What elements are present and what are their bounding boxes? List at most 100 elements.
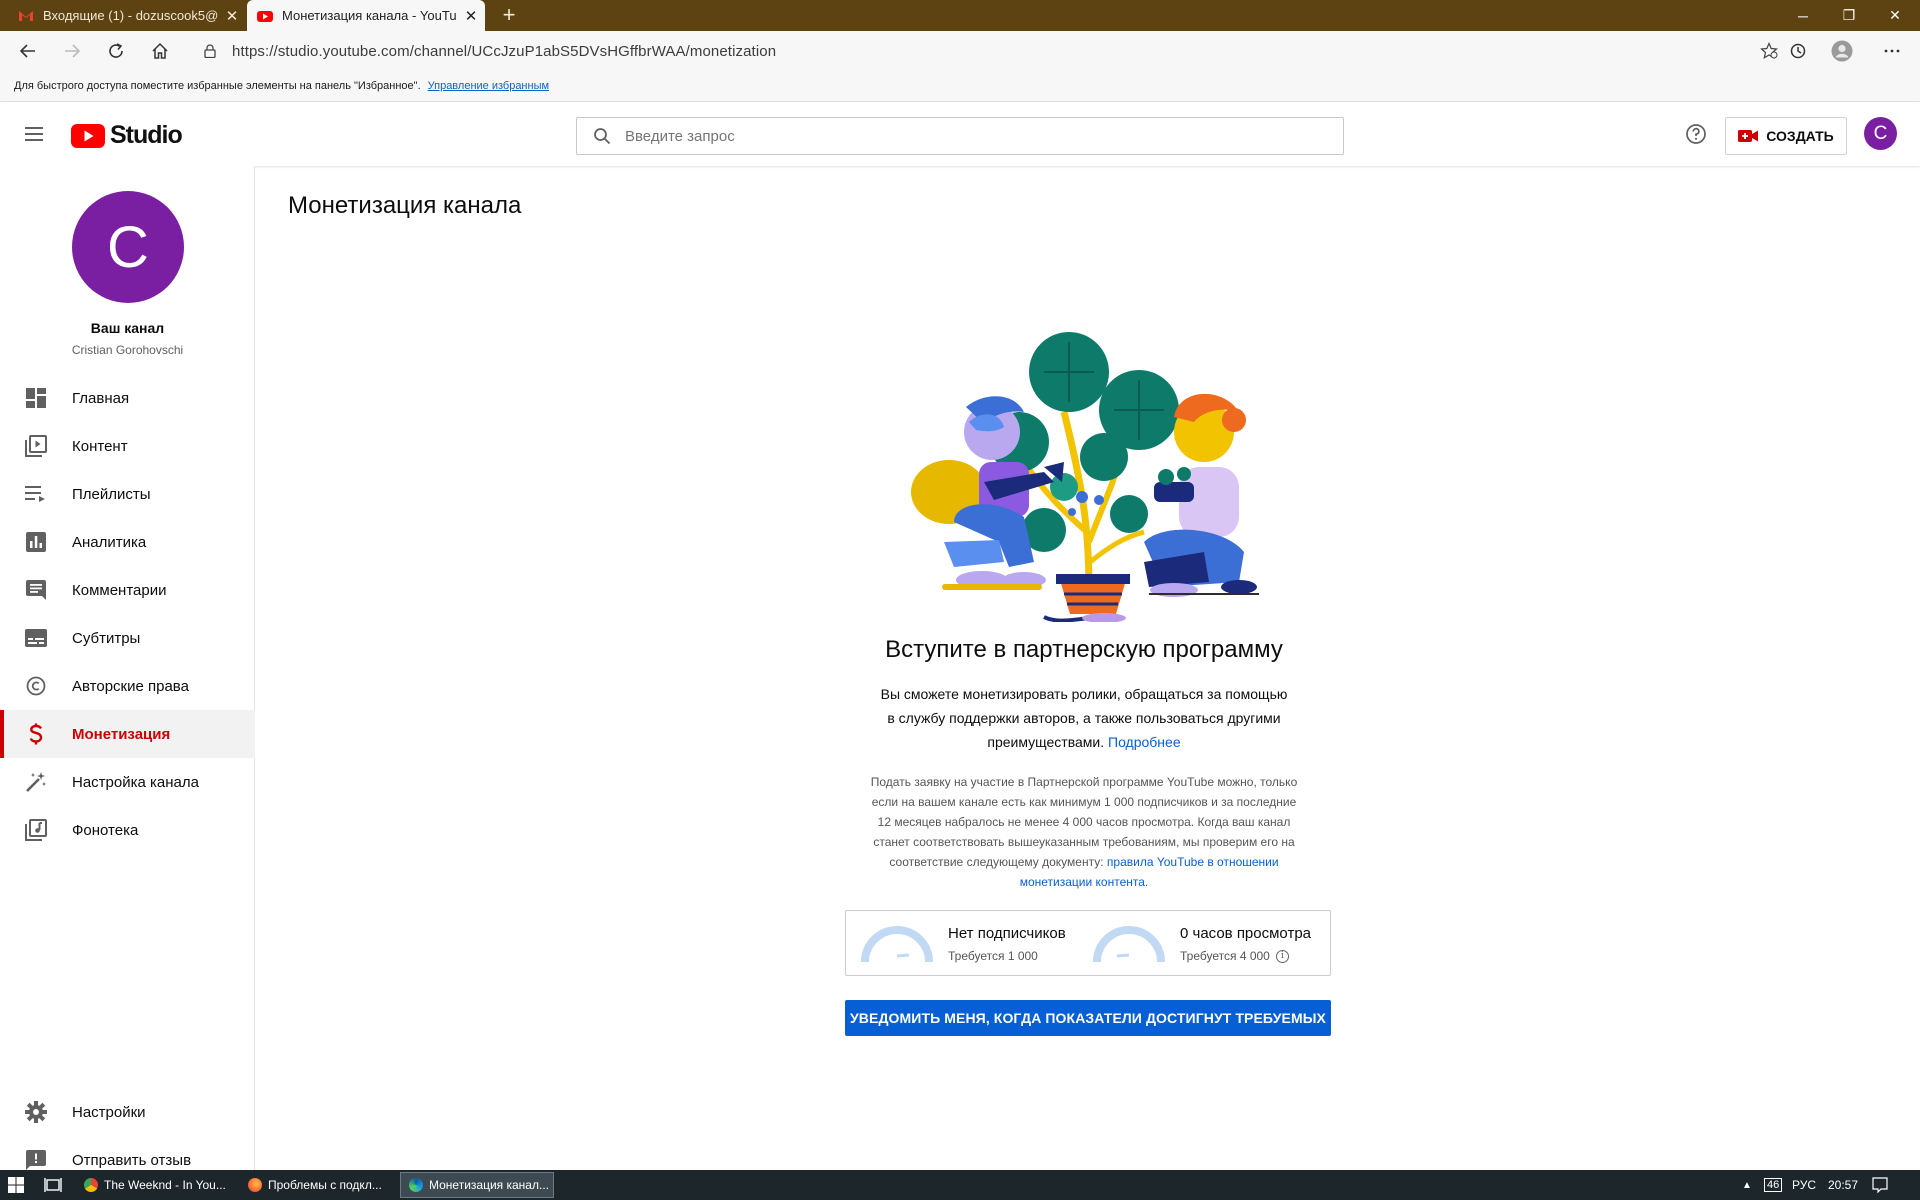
favorite-star-icon[interactable] <box>1760 42 1778 60</box>
menu-icon[interactable] <box>22 123 46 145</box>
tray-chevron-icon[interactable]: ▲ <box>1742 1170 1752 1200</box>
forward-button[interactable] <box>54 31 90 71</box>
maximize-button[interactable]: ❐ <box>1826 0 1872 31</box>
sidebar-item-analytics[interactable]: Аналитика <box>0 518 255 566</box>
video-camera-icon <box>1738 130 1759 142</box>
taskbar-app-firefox[interactable]: Проблемы с подкл... <box>240 1172 394 1198</box>
your-channel-label: Ваш канал <box>90 320 165 336</box>
sidebar-item-label: Настройка канала <box>72 773 199 791</box>
profile-icon <box>1831 40 1853 62</box>
sidebar-item-label: Настройки <box>72 1103 146 1121</box>
minimize-button[interactable]: ─ <box>1780 0 1826 31</box>
playlist-icon <box>24 482 48 506</box>
description-text: Вы сможете монетизировать ролики, обраща… <box>880 686 1288 750</box>
subscribers-value: Нет подписчиков <box>948 925 1066 942</box>
studio-header: Studio СОЗДАТЬ C <box>0 102 1920 166</box>
favorites-bar: Для быстрого доступа поместите избранные… <box>0 71 1920 102</box>
comment-icon <box>24 578 48 602</box>
settings-more-button[interactable] <box>1874 31 1910 71</box>
tray-badge[interactable]: 46 <box>1764 1170 1783 1200</box>
tray-badge-text: 46 <box>1764 1178 1783 1192</box>
arrow-left-icon <box>19 44 35 58</box>
create-label: СОЗДАТЬ <box>1766 128 1834 144</box>
partner-program-description: Вы сможете монетизировать ролики, обраща… <box>876 682 1292 754</box>
required-text: Требуется 4 000 <box>1180 949 1270 963</box>
start-button[interactable] <box>8 1170 24 1200</box>
sidebar-item-playlists[interactable]: Плейлисты <box>0 470 255 518</box>
sidebar-item-settings[interactable]: Настройки <box>0 1088 255 1136</box>
back-button[interactable] <box>10 31 46 71</box>
sidebar-item-customization[interactable]: Настройка канала <box>0 758 255 806</box>
favorites-hint: Для быстрого доступа поместите избранные… <box>14 80 421 92</box>
sidebar: C Ваш канал Cristian Gorohovschi Главная… <box>0 166 255 1170</box>
new-tab-button[interactable]: + <box>494 0 524 31</box>
home-icon <box>152 42 168 59</box>
sidebar-item-label: Фонотека <box>72 821 139 839</box>
sidebar-item-label: Отправить отзыв <box>72 1151 192 1169</box>
sidebar-item-label: Субтитры <box>72 629 141 647</box>
analytics-icon <box>24 530 48 554</box>
taskbar-app-chrome[interactable]: The Weeknd - In You... <box>76 1172 230 1198</box>
youtube-logo-icon <box>71 123 105 148</box>
sidebar-item-comments[interactable]: Комментарии <box>0 566 255 614</box>
video-library-icon <box>24 434 48 458</box>
manage-favorites-link[interactable]: Управление избранным <box>428 80 549 92</box>
sidebar-item-copyright[interactable]: Авторские права <box>0 662 255 710</box>
sidebar-item-audio-library[interactable]: Фонотека <box>0 806 255 854</box>
home-button[interactable] <box>142 31 178 71</box>
profile-button[interactable] <box>1824 31 1860 71</box>
notification-icon <box>1872 1177 1888 1193</box>
tab-youtube-studio[interactable]: Монетизация канала - YouTube ✕ <box>247 0 485 31</box>
gmail-icon <box>19 10 33 21</box>
task-view-button[interactable] <box>44 1170 62 1200</box>
page-title: Монетизация канала <box>288 192 522 219</box>
tab-title: Монетизация канала - YouTube <box>282 8 457 23</box>
dollar-icon <box>24 722 48 746</box>
create-button[interactable]: СОЗДАТЬ <box>1725 117 1847 155</box>
sidebar-item-label: Контент <box>72 437 128 455</box>
main-content: Монетизация канала Вступите в партнерску… <box>256 166 1920 1170</box>
url-text: https://studio.youtube.com/channel/UCcJz… <box>232 42 777 60</box>
eligibility-stats-card: Нет подписчиков Требуется 1 000 0 часов … <box>845 910 1331 976</box>
search-input[interactable] <box>625 127 1305 145</box>
clock[interactable]: 20:57 <box>1828 1170 1858 1200</box>
tab-gmail[interactable]: Входящие (1) - dozuscook5@gm ✕ <box>8 0 246 31</box>
subtitles-icon <box>24 626 48 650</box>
notify-me-button[interactable]: УВЕДОМИТЬ МЕНЯ, КОГДА ПОКАЗАТЕЛИ ДОСТИГН… <box>845 1000 1331 1036</box>
sidebar-item-monetization[interactable]: Монетизация <box>0 710 255 758</box>
notification-center-button[interactable] <box>1872 1170 1888 1200</box>
search-icon <box>594 128 611 145</box>
address-bar[interactable]: https://studio.youtube.com/channel/UCcJz… <box>188 35 1778 67</box>
watch-hours-value: 0 часов просмотра <box>1180 925 1312 942</box>
required-text: Требуется 1 000 <box>948 949 1038 963</box>
close-window-button[interactable]: ✕ <box>1872 0 1918 31</box>
reload-button[interactable] <box>98 31 134 71</box>
learn-more-link[interactable]: Подробнее <box>1108 734 1181 750</box>
audio-library-icon <box>24 818 48 842</box>
channel-avatar[interactable]: C <box>72 191 184 303</box>
taskbar-app-edge[interactable]: Монетизация канал... <box>400 1172 554 1198</box>
browser-toolbar: https://studio.youtube.com/channel/UCcJz… <box>0 31 1920 71</box>
sidebar-item-subtitles[interactable]: Субтитры <box>0 614 255 662</box>
channel-user-name: Cristian Gorohovschi <box>71 343 184 357</box>
watch-hours-gauge <box>1093 926 1165 963</box>
youtube-studio-logo[interactable]: Studio <box>71 121 183 150</box>
tab-close-icon[interactable]: ✕ <box>218 7 246 25</box>
sidebar-item-label: Авторские права <box>72 677 189 695</box>
help-icon[interactable] <box>1685 123 1707 145</box>
subscribers-required: Требуется 1 000 <box>948 949 1038 963</box>
language-indicator[interactable]: РУС <box>1792 1170 1816 1200</box>
subscribers-gauge <box>861 926 933 963</box>
sidebar-item-label: Комментарии <box>72 581 167 599</box>
info-icon[interactable]: i <box>1275 949 1289 963</box>
partner-program-illustration <box>911 332 1259 622</box>
feedback-icon <box>24 1148 48 1172</box>
sidebar-item-content[interactable]: Контент <box>0 422 255 470</box>
sidebar-item-dashboard[interactable]: Главная <box>0 374 255 422</box>
edge-icon <box>409 1178 423 1192</box>
account-avatar[interactable]: C <box>1864 117 1897 150</box>
search-box[interactable] <box>576 117 1344 155</box>
history-button[interactable] <box>1780 31 1816 71</box>
tab-close-icon[interactable]: ✕ <box>457 7 485 25</box>
dashboard-icon <box>24 386 48 410</box>
